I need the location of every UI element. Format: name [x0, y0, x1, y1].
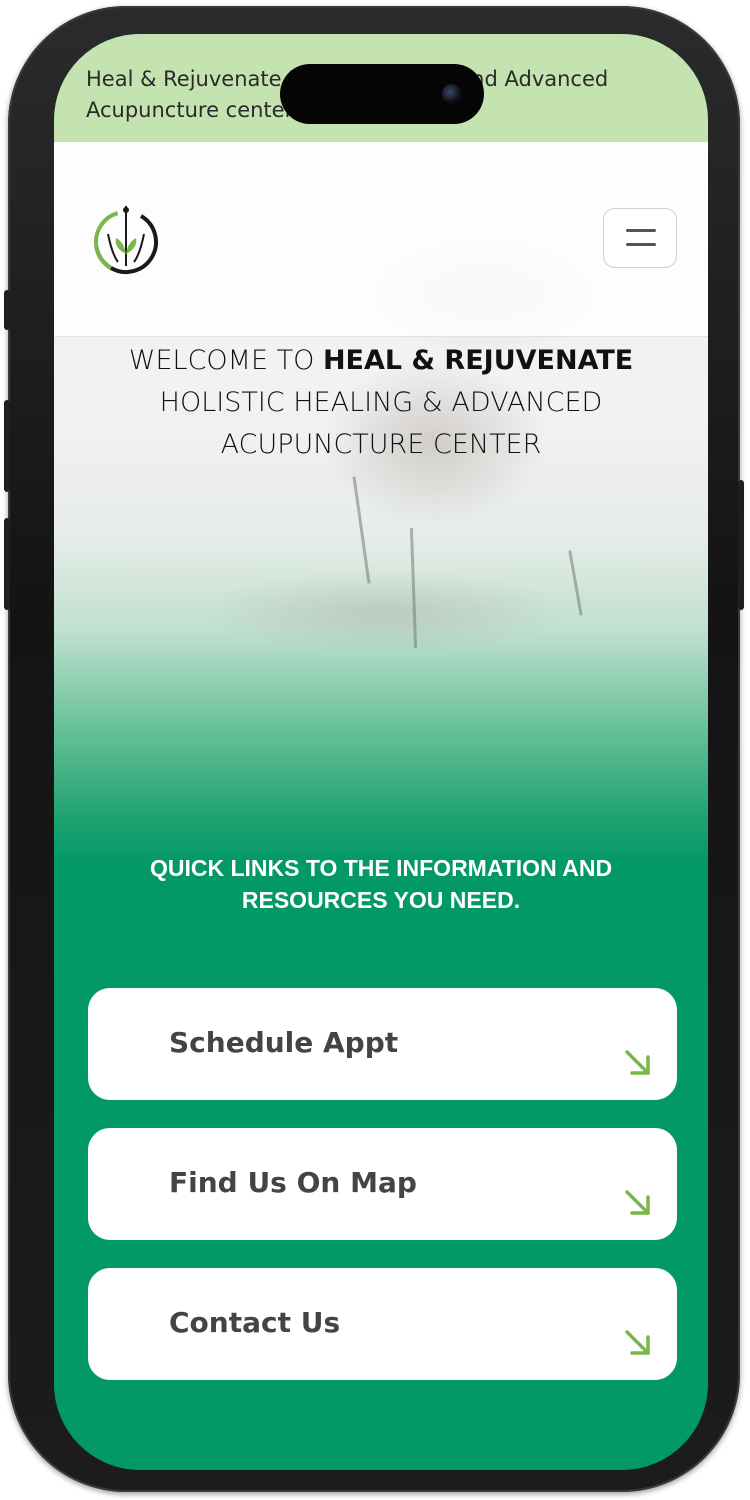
- quick-links-heading-line-2: RESOURCES YOU NEED.: [241, 887, 521, 913]
- menu-button[interactable]: [603, 208, 677, 268]
- phone-volume-down-button: [4, 518, 10, 610]
- phone-action-button: [4, 290, 10, 330]
- quick-links-heading: QUICK LINKS TO THE INFORMATION AND RESOU…: [114, 852, 648, 916]
- phone-power-button: [738, 480, 744, 610]
- needle-decoration: [352, 476, 371, 584]
- hero-brand-name: HEAL & REJUVENATE: [322, 345, 634, 376]
- contact-us-card[interactable]: Contact Us: [88, 1268, 677, 1380]
- arrow-down-right-icon: [625, 1190, 650, 1215]
- arrow-down-right-icon: [625, 1050, 650, 1075]
- hero-title-line-2: HOLISTIC HEALING & ADVANCED: [159, 387, 603, 418]
- find-us-on-map-card[interactable]: Find Us On Map: [88, 1128, 677, 1240]
- phone-frame: Heal & Rejuvenate Holistic Healing and A…: [4, 6, 744, 1492]
- card-label: Schedule Appt: [169, 1026, 399, 1059]
- acupuncture-body-leaf-logo[interactable]: [90, 204, 162, 276]
- hero-welcome-text: WELCOME TO: [128, 345, 323, 376]
- dynamic-island: [280, 64, 484, 124]
- hero-title-line-3: ACUPUNCTURE CENTER: [220, 429, 542, 460]
- schedule-appt-card[interactable]: Schedule Appt: [88, 988, 677, 1100]
- needle-decoration: [409, 527, 418, 649]
- quick-links-heading-line-1: QUICK LINKS TO THE INFORMATION AND: [149, 855, 613, 881]
- needle-decoration: [568, 550, 583, 616]
- phone-volume-up-button: [4, 400, 10, 492]
- hero-title-line-1: WELCOME TO HEAL & REJUVENATE: [54, 340, 708, 382]
- front-camera: [442, 84, 462, 104]
- card-label: Contact Us: [169, 1306, 341, 1339]
- card-label: Find Us On Map: [169, 1166, 417, 1199]
- arrow-down-right-icon: [625, 1330, 650, 1355]
- hero-title: WELCOME TO HEAL & REJUVENATE HOLISTIC HE…: [54, 340, 708, 466]
- site-header: [54, 142, 708, 337]
- phone-screen: Heal & Rejuvenate Holistic Healing and A…: [54, 34, 708, 1470]
